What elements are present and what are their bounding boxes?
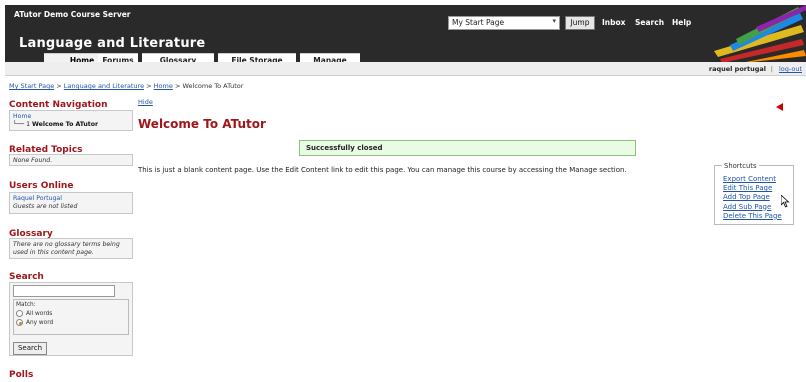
shortcut-export-content[interactable]: Export Content (723, 175, 782, 184)
user-bar: raquel portugal | log-out (5, 62, 806, 76)
user-name: raquel portugal (708, 65, 766, 73)
nav-tree-current[interactable]: Welcome To ATutor (32, 121, 98, 128)
hide-menu-link[interactable]: Hide (138, 98, 153, 106)
breadcrumb-separator: > (144, 82, 154, 90)
radio-any-word[interactable] (16, 319, 23, 326)
online-user-link[interactable]: Raquel Portugal (13, 195, 129, 202)
users-online-box: Raquel Portugal Guests are not listed (9, 192, 133, 214)
breadcrumb-home[interactable]: Home (154, 82, 173, 90)
shortcuts-legend: Shortcuts (722, 162, 759, 170)
collapse-arrow-icon[interactable] (776, 103, 783, 111)
shortcut-edit-this-page[interactable]: Edit This Page (723, 184, 782, 193)
related-topics-box: None Found. (9, 154, 133, 166)
site-header: ATutor Demo Course Server Language and L… (5, 5, 806, 68)
match-fieldset: Match: All words Any word (13, 299, 129, 335)
breadcrumb-current: Welcome To ATutor (182, 82, 244, 90)
jump-select-value: My Start Page (452, 18, 505, 27)
shortcuts-list: Export Content Edit This Page Add Top Pa… (723, 175, 782, 221)
breadcrumb-my-start-page[interactable]: My Start Page (9, 82, 54, 90)
search-button[interactable]: Search (13, 342, 47, 355)
search-box: Match: All words Any word Search (9, 282, 133, 356)
search-input[interactable] (13, 285, 115, 297)
course-title[interactable]: Language and Literature (19, 36, 205, 51)
logout-link[interactable]: log-out (779, 65, 802, 73)
help-link[interactable]: Help (672, 18, 691, 27)
related-topics-text: None Found. (13, 157, 53, 164)
chevron-down-icon: ▾ (552, 17, 556, 25)
shortcut-add-top-page[interactable]: Add Top Page (723, 193, 782, 202)
content-body: This is just a blank content page. Use t… (138, 166, 627, 174)
nav-home-link[interactable]: Home (13, 113, 129, 120)
user-separator: | (770, 65, 773, 73)
glossary-text: There are no glossary terms being used i… (13, 241, 120, 256)
feedback-message: Successfully closed (299, 140, 636, 156)
breadcrumb-course[interactable]: Language and Literature (64, 82, 144, 90)
nav-tree-branch: └── 1 (13, 121, 33, 128)
guests-note: Guests are not listed (13, 203, 78, 210)
nav-tree-item: └── 1 Welcome To ATutor (13, 121, 129, 128)
match-label: Match: (16, 302, 36, 308)
content-navigation-box: Home └── 1 Welcome To ATutor (9, 110, 133, 131)
breadcrumb-separator: > (54, 82, 64, 90)
search-heading[interactable]: Search (9, 272, 44, 282)
content-navigation-heading[interactable]: Content Navigation (9, 100, 108, 110)
jump-select[interactable]: My Start Page ▾ (448, 16, 560, 30)
pencils-logo-icon (706, 5, 806, 62)
radio-any-word-row[interactable]: Any word (16, 319, 126, 326)
users-online-heading[interactable]: Users Online (9, 181, 73, 191)
jump-button[interactable]: Jump (565, 16, 595, 30)
mouse-cursor-icon (781, 195, 790, 208)
breadcrumb: My Start Page > Language and Literature … (9, 82, 243, 90)
radio-any-word-label: Any word (26, 319, 54, 326)
search-link[interactable]: Search (635, 18, 664, 27)
radio-all-words-row[interactable]: All words (16, 310, 126, 317)
glossary-box: There are no glossary terms being used i… (9, 238, 133, 259)
page-title: Welcome To ATutor (138, 117, 266, 131)
shortcut-delete-this-page[interactable]: Delete This Page (723, 212, 782, 221)
inbox-link[interactable]: Inbox (602, 18, 626, 27)
polls-heading[interactable]: Polls (9, 370, 33, 380)
shortcut-add-sub-page[interactable]: Add Sub Page (723, 203, 782, 212)
radio-all-words-label: All words (26, 310, 53, 317)
radio-all-words[interactable] (16, 310, 23, 317)
site-name: ATutor Demo Course Server (14, 10, 131, 19)
